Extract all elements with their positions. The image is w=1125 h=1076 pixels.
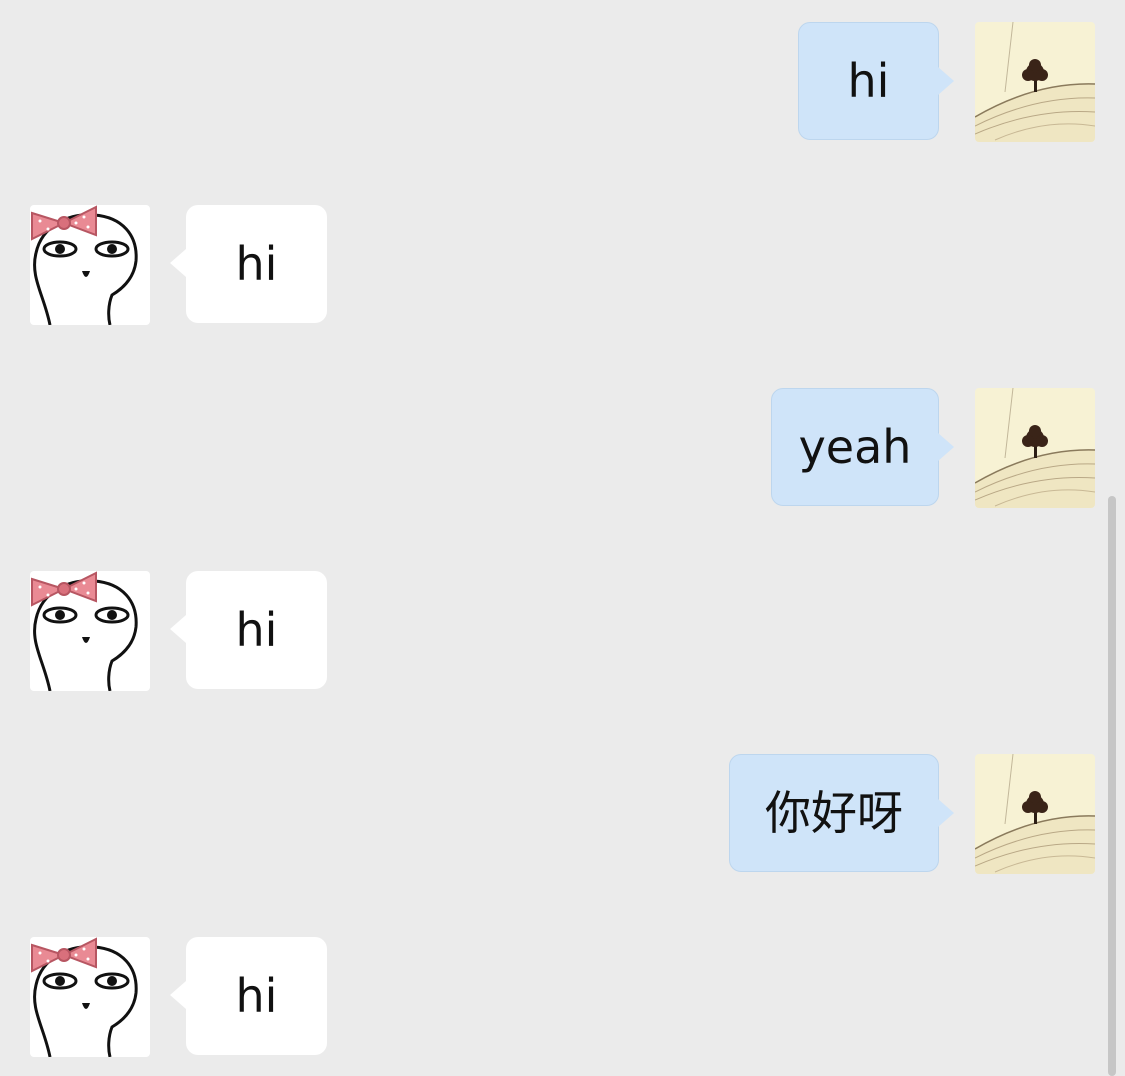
scrollbar-thumb[interactable] [1108, 496, 1116, 1076]
bubble-tail [938, 799, 954, 827]
tree-on-hill-avatar-icon[interactable] [975, 388, 1095, 508]
message-text: hi [235, 603, 278, 657]
bubble-tail [938, 433, 954, 461]
message-row-received: hi [0, 205, 1125, 325]
message-bubble-sent[interactable]: 你好呀 [729, 754, 954, 872]
bubble-tail [170, 249, 186, 277]
cartoon-girl-with-bow-avatar-icon[interactable] [30, 571, 150, 691]
message-text: yeah [798, 420, 912, 474]
message-row-sent: 你好呀 [0, 754, 1125, 874]
cartoon-girl-with-bow-avatar-icon[interactable] [30, 937, 150, 1057]
message-text: hi [847, 54, 890, 108]
message-bubble-received[interactable]: hi [170, 205, 327, 323]
bubble-tail [938, 67, 954, 95]
message-bubble-received[interactable]: hi [170, 571, 327, 689]
message-row-sent: hi [0, 22, 1125, 142]
message-text: hi [235, 969, 278, 1023]
tree-on-hill-avatar-icon[interactable] [975, 754, 1095, 874]
tree-on-hill-avatar-icon[interactable] [975, 22, 1095, 142]
cartoon-girl-with-bow-avatar-icon[interactable] [30, 205, 150, 325]
bubble-tail [170, 615, 186, 643]
message-text: 你好呀 [765, 786, 903, 840]
message-row-sent: yeah [0, 388, 1125, 508]
message-row-received: hi [0, 937, 1125, 1057]
bubble-tail [170, 981, 186, 1009]
message-text: hi [235, 237, 278, 291]
message-bubble-received[interactable]: hi [170, 937, 327, 1055]
message-bubble-sent[interactable]: hi [798, 22, 954, 140]
message-row-received: hi [0, 571, 1125, 691]
message-bubble-sent[interactable]: yeah [771, 388, 954, 506]
chat-message-list[interactable]: hi hi yeah hi 你好呀 hi [0, 0, 1125, 1076]
